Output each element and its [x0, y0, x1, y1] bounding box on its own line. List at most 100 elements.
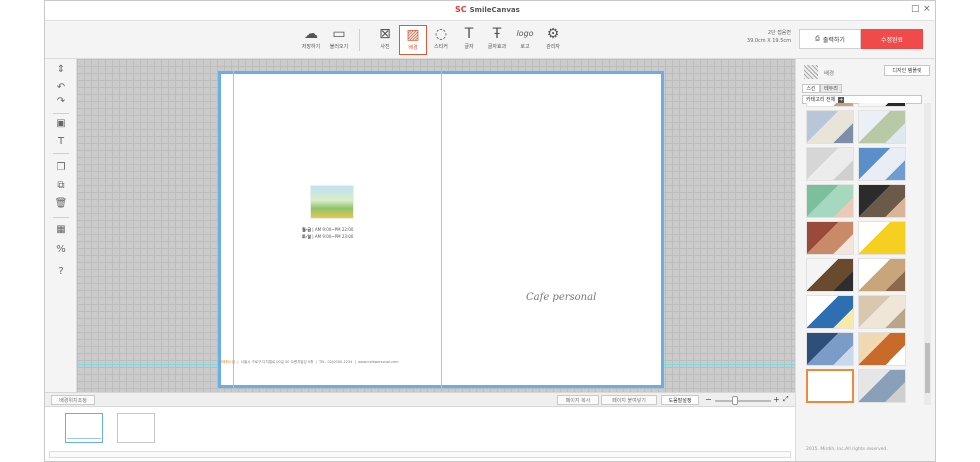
scrollbar-thumb[interactable]	[925, 343, 930, 393]
background-swatch[interactable]	[858, 258, 906, 292]
app-window: SC SmileCanvas □ × ☁ 저장하기 ▭ 불러오기 ⊠ 사진 ▨ …	[44, 0, 936, 462]
tool-open-label: 불러오기	[329, 44, 349, 50]
close-button[interactable]: ×	[923, 4, 931, 14]
horizontal-scrollbar[interactable]	[49, 451, 791, 458]
background-swatch[interactable]	[806, 147, 854, 181]
background-swatch[interactable]	[858, 184, 906, 218]
tool-sticker[interactable]: ◌ 스티커	[427, 25, 455, 55]
tool-sticker-label: 스티커	[434, 44, 448, 50]
zoom-slider-track[interactable]	[715, 400, 771, 402]
cafe-brand-text[interactable]: Cafe personal	[526, 292, 596, 303]
finish-edit-button[interactable]: 수정완료	[861, 29, 923, 49]
left-toolbar-divider	[53, 217, 69, 218]
background-panel: 배경 디자인 템플릿 스킨 테두리 카테고리 전체 + 2015. Mirdih…	[795, 59, 935, 461]
copyright-text: 2015. Mirdih, Inc.All rights reserved.	[806, 447, 888, 452]
fold-type: 2단 접음면	[767, 30, 791, 36]
background-swatch[interactable]	[806, 103, 854, 107]
tool-background[interactable]: ▨ 배경	[399, 25, 427, 55]
fit-screen-icon[interactable]: ⤢	[783, 395, 789, 404]
help-settings-button[interactable]: 도움말설정	[661, 395, 699, 405]
tool-open[interactable]: ▭ 불러오기	[325, 25, 353, 55]
background-swatch[interactable]	[806, 184, 854, 218]
grid-icon[interactable]: ▦	[54, 223, 68, 237]
background-swatch[interactable]	[806, 369, 854, 403]
delete-icon[interactable]: 🗑	[54, 197, 68, 211]
background-pattern-icon	[804, 65, 818, 79]
background-icon: ▨	[406, 27, 420, 43]
left-toolbar-divider	[53, 153, 69, 154]
design-template-button[interactable]: 디자인 템플릿	[884, 65, 930, 76]
tool-admin-label: 관리자	[546, 44, 560, 50]
canvas-status-bar: 배경위치조정 페이지 복사 페이지 붙여넣기 도움말설정 − + ⤢	[45, 392, 795, 407]
admin-icon: ⚙	[546, 26, 560, 42]
design-canvas[interactable]: 월-금 | AM 9:00~PM 22:00 토-일 | AM 9:00~PM …	[77, 59, 795, 392]
tool-logo[interactable]: logo 로고	[511, 25, 539, 55]
copy-icon[interactable]: ⧉	[54, 179, 68, 193]
hours-weekend-label: 토-일	[302, 234, 312, 239]
fold-guide-line[interactable]	[441, 71, 442, 388]
tool-save-label: 저장하기	[301, 44, 321, 50]
folder-icon: ▭	[332, 26, 346, 42]
page-thumbnails	[45, 407, 795, 461]
background-swatch-grid	[806, 103, 912, 405]
tool-text-label: 글자	[464, 44, 474, 50]
zoom-out-icon[interactable]: −	[705, 395, 712, 404]
tool-text[interactable]: T 글자	[455, 25, 483, 55]
background-swatch[interactable]	[858, 369, 906, 403]
toolbar-divider	[359, 29, 360, 51]
add-photo-icon[interactable]: ▣	[54, 117, 68, 131]
background-swatch[interactable]	[858, 103, 906, 107]
tool-text-effect[interactable]: Ŧ 글자효과	[483, 25, 511, 55]
tab-border[interactable]: 테두리	[820, 84, 842, 93]
paste-page-button[interactable]: 페이지 붙여넣기	[601, 395, 657, 405]
background-swatch[interactable]	[806, 221, 854, 255]
undo-icon[interactable]: ↶	[54, 81, 68, 95]
tool-admin[interactable]: ⚙ 관리자	[539, 25, 567, 55]
left-toolbar: ⇕ ↶ ↷ ▣ T ❐ ⧉ 🗑 ▦ % ?	[45, 59, 77, 392]
guide-line-vertical[interactable]	[233, 71, 234, 388]
layer-front-icon[interactable]: ❐	[54, 161, 68, 175]
background-position-button[interactable]: 배경위치조정	[51, 395, 95, 405]
text-icon: T	[464, 26, 474, 42]
background-swatch[interactable]	[858, 295, 906, 329]
background-swatch[interactable]	[858, 332, 906, 366]
background-swatch[interactable]	[858, 147, 906, 181]
zoom-percent-icon[interactable]: %	[54, 243, 68, 257]
background-swatch[interactable]	[806, 110, 854, 144]
sticker-icon: ◌	[434, 26, 448, 42]
print-button[interactable]: ⎙ 출력하기	[799, 29, 861, 49]
background-swatch[interactable]	[806, 295, 854, 329]
cloud-upload-icon: ☁	[304, 26, 318, 42]
footer-brand: 카페퍼스널	[219, 360, 236, 364]
page-thumbnail-2[interactable]	[117, 413, 155, 443]
business-hours[interactable]: 월-금 | AM 9:00~PM 22:00 토-일 | AM 9:00~PM …	[302, 226, 353, 240]
tool-photo[interactable]: ⊠ 사진	[371, 25, 399, 55]
copy-page-button[interactable]: 페이지 복사	[557, 395, 599, 405]
zoom-slider-handle[interactable]	[731, 396, 738, 405]
title-bar: SC SmileCanvas □ ×	[45, 1, 935, 21]
maximize-button[interactable]: □	[911, 4, 920, 14]
align-icon[interactable]: ⇕	[54, 63, 68, 77]
footer-web: www.cafepersonal.com	[358, 360, 399, 364]
redo-icon[interactable]: ↷	[54, 95, 68, 109]
footer-info-line[interactable]: 카페퍼스널 | 서울시 구로구 디지털로 00길 00 오렌지빌딩 0층 | T…	[219, 360, 399, 365]
background-swatch[interactable]	[806, 258, 854, 292]
help-icon[interactable]: ?	[54, 265, 68, 279]
swatch-scrollbar[interactable]	[924, 103, 931, 405]
category-filter-label: 카테고리 전체	[806, 97, 836, 103]
printer-icon: ⎙	[815, 35, 820, 42]
tab-skin[interactable]: 스킨	[802, 84, 820, 93]
page-spread[interactable]: 월-금 | AM 9:00~PM 22:00 토-일 | AM 9:00~PM …	[218, 71, 664, 388]
footer-tel: TEL. 02)0000-1234	[318, 360, 353, 364]
page-thumbnail-1[interactable]	[65, 413, 103, 443]
tool-logo-label: 로고	[520, 44, 530, 50]
zoom-in-icon[interactable]: +	[773, 395, 780, 404]
background-swatch[interactable]	[858, 221, 906, 255]
panel-title: 배경	[824, 71, 835, 77]
print-button-label: 출력하기	[822, 36, 845, 44]
tool-save[interactable]: ☁ 저장하기	[297, 25, 325, 55]
add-text-icon[interactable]: T	[54, 135, 68, 149]
background-swatch[interactable]	[806, 332, 854, 366]
background-swatch[interactable]	[858, 110, 906, 144]
flower-photo[interactable]	[310, 185, 354, 219]
